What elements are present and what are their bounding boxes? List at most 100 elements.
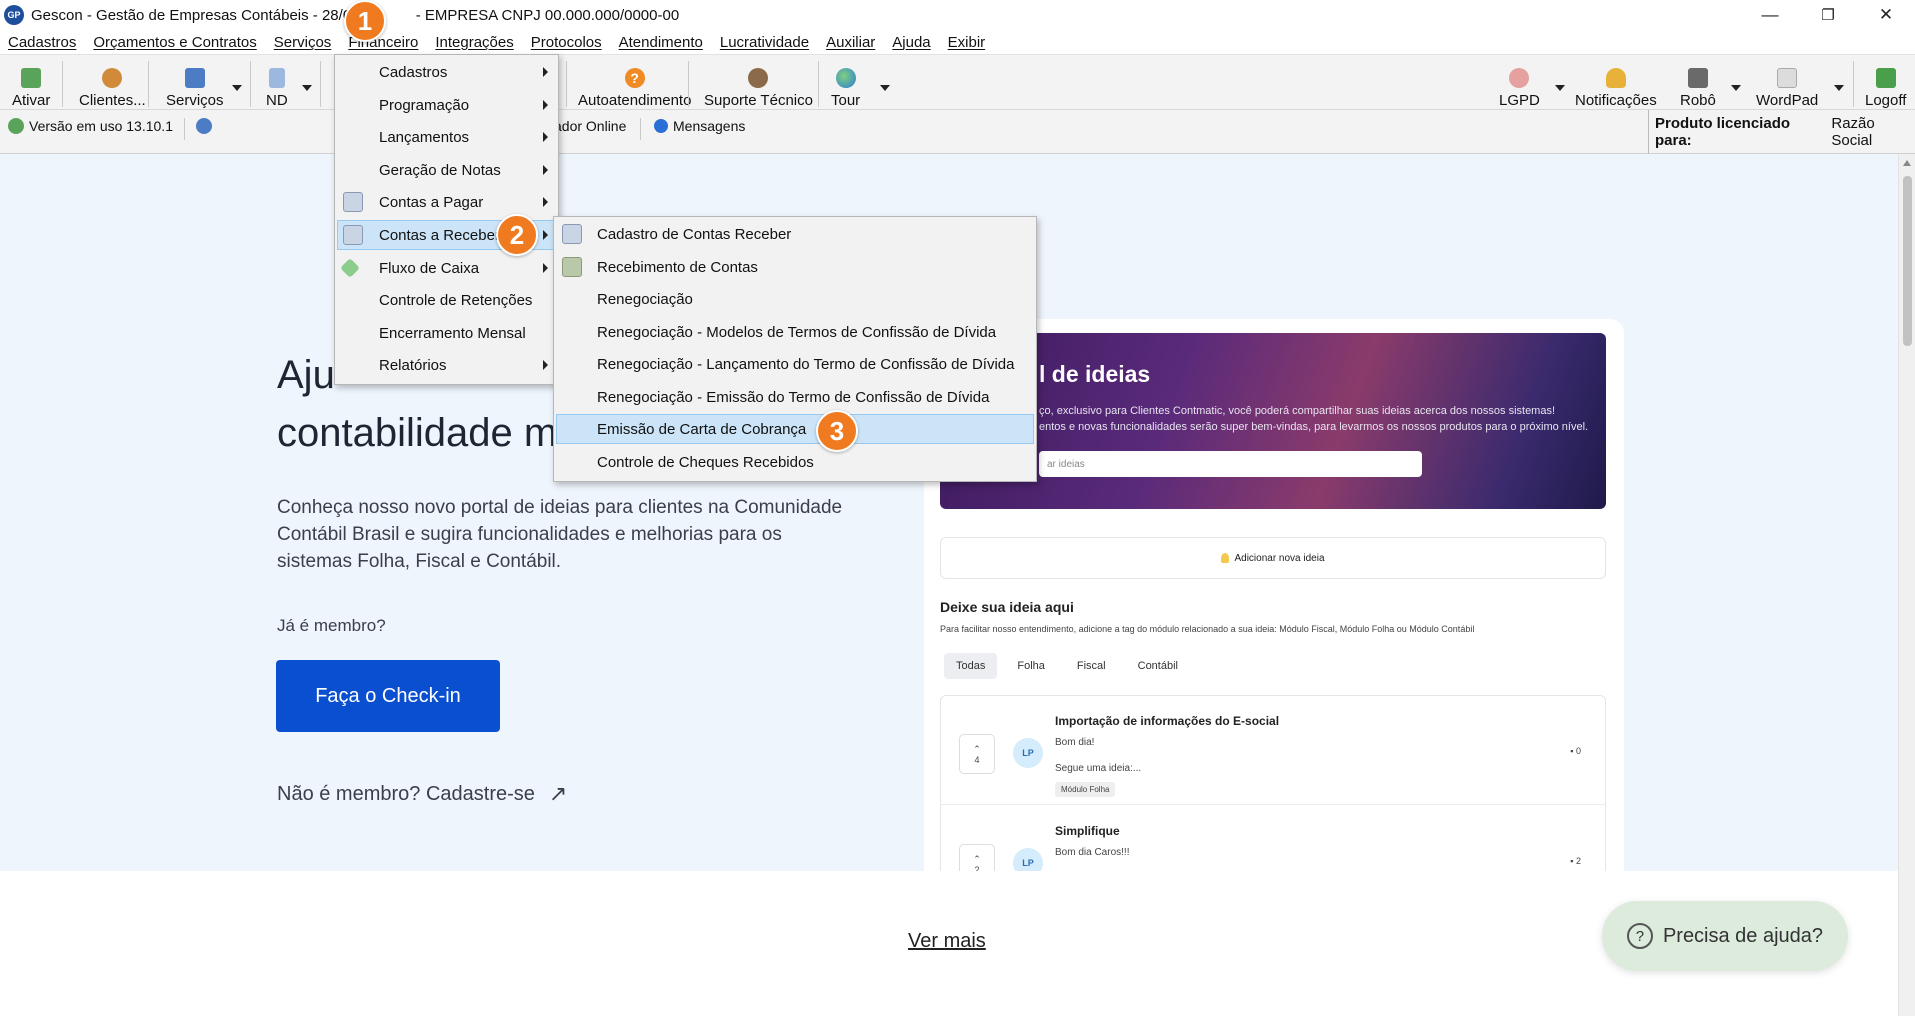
add-idea-button[interactable]: Adicionar nova ideia (940, 537, 1606, 579)
robot-icon (1687, 68, 1708, 88)
tour-label: Tour (831, 92, 861, 109)
submenu-item-emissao-carta-cobranca[interactable]: Emissão de Carta de Cobrança (556, 414, 1034, 444)
comment-icon: ▪ (1570, 746, 1574, 756)
servicos-dropdown-icon[interactable] (232, 85, 242, 91)
comment-icon: ▪ (1570, 856, 1574, 866)
ver-mais-link[interactable]: Ver mais (908, 930, 986, 953)
idea-title[interactable]: Importação de informações do E-social (1055, 714, 1279, 728)
financeiro-item-cadastros[interactable]: Cadastros (337, 57, 556, 87)
wordpad-button[interactable]: WordPad (1756, 61, 1818, 109)
submenu-arrow-icon (543, 132, 548, 142)
notificacoes-button[interactable]: Notificações (1575, 61, 1657, 109)
signup-text: Não é membro? Cadastre-se (277, 782, 535, 805)
ativar-button[interactable]: Ativar (12, 61, 50, 109)
step-badge-3: 3 (816, 410, 858, 452)
suporte-tecnico-button[interactable]: Suporte Técnico (704, 61, 813, 109)
tour-button[interactable]: Tour (831, 61, 860, 109)
signup-link[interactable]: Não é membro? Cadastre-se ↗ (277, 781, 567, 807)
portal-tabs: Todas Folha Fiscal Contábil (944, 653, 1198, 679)
close-button[interactable]: ✕ (1857, 0, 1915, 30)
financeiro-item-contas-pagar[interactable]: Contas a Pagar (337, 187, 556, 217)
robo-button[interactable]: Robô (1680, 61, 1716, 109)
nd-button[interactable]: ND (266, 61, 288, 109)
menu-exibir[interactable]: Exibir (948, 34, 986, 51)
minimize-button[interactable]: — (1741, 0, 1799, 30)
comment-count: ▪ 0 (1570, 746, 1581, 756)
menu-integracoes[interactable]: Integrações (435, 34, 513, 51)
upvote-button[interactable]: ⌃ 4 (959, 734, 995, 774)
menu-atendimento[interactable]: Atendimento (619, 34, 703, 51)
idea-title[interactable]: Simplifique (1055, 824, 1120, 838)
list-item[interactable]: ⌃ 4 LP Importação de informações do E-soc… (941, 696, 1605, 806)
financeiro-item-lancamentos[interactable]: Lançamentos (337, 122, 556, 152)
tab-fiscal[interactable]: Fiscal (1065, 653, 1118, 679)
servicos-icon (184, 68, 205, 88)
mensagens-link[interactable]: Mensagens (654, 118, 745, 134)
financeiro-item-programacao[interactable]: Programação (337, 90, 556, 120)
financeiro-item-controle-retencoes[interactable]: Controle de Retenções (337, 285, 556, 315)
submenu-item-modelos-termos[interactable]: Renegociação - Modelos de Termos de Conf… (556, 317, 1034, 347)
tour-dropdown-icon[interactable] (880, 85, 890, 91)
message-icon (654, 119, 668, 133)
clientes-button[interactable]: Clientes... (79, 61, 146, 109)
menu-cadastros[interactable]: Cadastros (8, 34, 76, 51)
submenu-item-emissao-termo[interactable]: Renegociação - Emissão do Termo de Confi… (556, 382, 1034, 412)
licensed-label: Produto licenciado para: (1655, 115, 1791, 149)
user-icon-button[interactable] (196, 118, 217, 134)
recebimento-icon (562, 257, 582, 277)
menu-ajuda[interactable]: Ajuda (892, 34, 930, 51)
lgpd-dropdown-icon[interactable] (1555, 85, 1565, 91)
financeiro-item-fluxo-caixa[interactable]: Fluxo de Caixa (337, 253, 556, 283)
portal-search-input[interactable]: ar ideias (1039, 451, 1422, 477)
avatar: LP (1013, 738, 1043, 768)
clientes-icon (102, 68, 123, 88)
robo-dropdown-icon[interactable] (1731, 85, 1741, 91)
nd-dropdown-icon[interactable] (302, 85, 312, 91)
chevron-up-icon: ⌃ (973, 743, 981, 754)
lgpd-label: LGPD (1499, 92, 1540, 109)
notificacoes-label: Notificações (1575, 92, 1657, 109)
financeiro-item-encerramento[interactable]: Encerramento Mensal (337, 318, 556, 348)
restore-button[interactable]: ❐ (1799, 0, 1857, 30)
menu-lucratividade[interactable]: Lucratividade (720, 34, 809, 51)
help-circle-icon: ? (624, 68, 645, 88)
tab-contabil[interactable]: Contábil (1126, 653, 1190, 679)
upvote-button[interactable]: ⌃ 2 (959, 844, 995, 871)
servicos-label: Serviços (166, 92, 224, 109)
list-item[interactable]: ⌃ 2 LP Simplifique Bom dia Caros!!! ▪ 2 (941, 806, 1605, 871)
menu-protocolos[interactable]: Protocolos (531, 34, 602, 51)
financeiro-item-geracao-notas[interactable]: Geração de Notas (337, 155, 556, 185)
toolbar: Ativar Clientes... Serviços ND ? Autoate… (0, 54, 1915, 110)
submenu-arrow-icon (543, 165, 548, 175)
submenu-item-controle-cheques[interactable]: Controle de Cheques Recebidos (556, 447, 1034, 477)
robo-label: Robô (1680, 92, 1716, 109)
licensed-info: Produto licenciado para: Razão Social (1648, 110, 1915, 154)
help-text: Precisa de ajuda? (1662, 924, 1824, 947)
version-text: Versão em uso 13.10.1 (29, 118, 173, 134)
financeiro-item-relatorios[interactable]: Relatórios (337, 350, 556, 380)
checkin-button[interactable]: Faça o Check-in (276, 660, 500, 732)
autoatendimento-button[interactable]: ? Autoatendimento (578, 61, 691, 109)
menu-orcamentos[interactable]: Orçamentos e Contratos (93, 34, 256, 51)
lgpd-button[interactable]: LGPD (1499, 61, 1540, 109)
help-chat-button[interactable]: ? Precisa de ajuda? (1602, 901, 1848, 971)
submenu-item-cadastro-contas-receber[interactable]: Cadastro de Contas Receber (556, 219, 1034, 249)
tab-todas[interactable]: Todas (944, 653, 998, 679)
online-link[interactable]: ador Online (554, 118, 626, 134)
submenu-item-recebimento-contas[interactable]: Recebimento de Contas (556, 252, 1034, 282)
menu-servicos[interactable]: Serviços (274, 34, 332, 51)
scroll-thumb[interactable] (1903, 176, 1912, 346)
submenu-item-lancamento-termo[interactable]: Renegociação - Lançamento do Termo de Co… (556, 349, 1034, 379)
wordpad-dropdown-icon[interactable] (1834, 85, 1844, 91)
menu-auxiliar[interactable]: Auxiliar (826, 34, 875, 51)
nd-label: ND (266, 92, 288, 109)
servicos-button[interactable]: Serviços (166, 61, 224, 109)
scroll-up-icon[interactable] (1903, 160, 1911, 166)
ativar-label: Ativar (12, 92, 51, 109)
submenu-item-renegociacao[interactable]: Renegociação (556, 284, 1034, 314)
globe-icon (835, 68, 856, 88)
vertical-scrollbar[interactable] (1898, 154, 1915, 1016)
contas-receber-icon (343, 225, 363, 245)
tab-folha[interactable]: Folha (1005, 653, 1057, 679)
logoff-button[interactable]: Logoff (1865, 61, 1906, 109)
